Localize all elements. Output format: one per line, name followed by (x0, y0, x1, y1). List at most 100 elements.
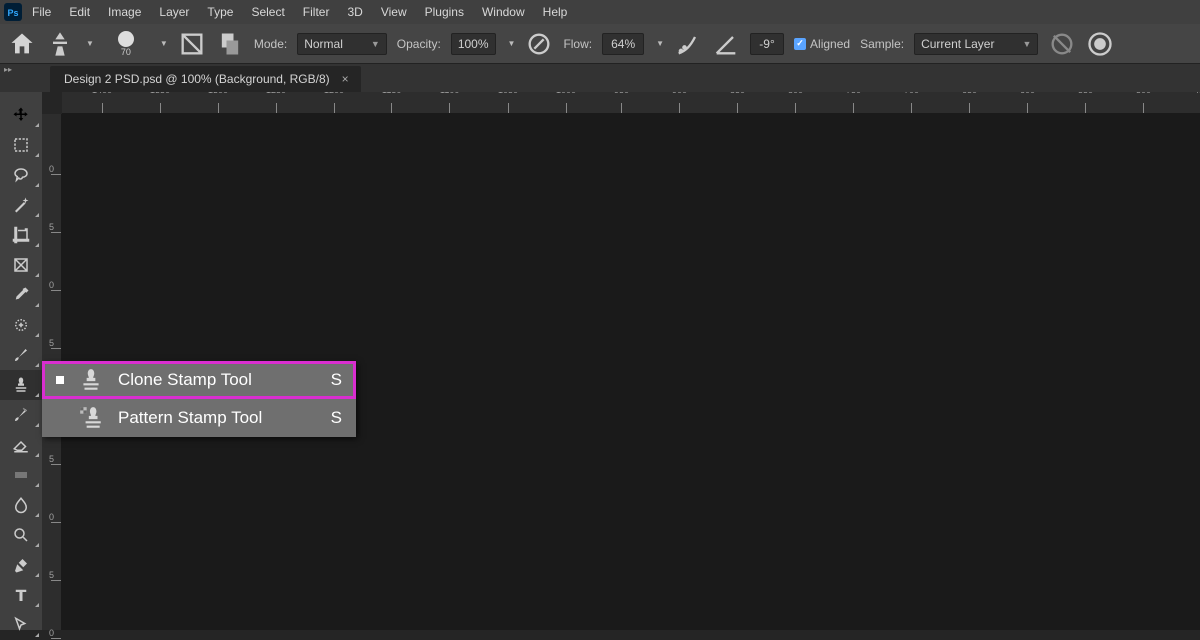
close-tab-button[interactable]: × (342, 72, 349, 86)
tool-crop[interactable] (0, 220, 42, 250)
flow-label: Flow: (563, 37, 592, 51)
pressure-opacity-button[interactable] (525, 30, 553, 58)
ruler-tick: 1150 (382, 93, 401, 113)
document-tab[interactable]: Design 2 PSD.psd @ 100% (Background, RGB… (50, 66, 361, 92)
brush-circle-icon (118, 31, 134, 47)
document-tab-title: Design 2 PSD.psd @ 100% (Background, RGB… (64, 72, 330, 86)
menu-layer[interactable]: Layer (159, 5, 189, 19)
ruler-tick: 950 (614, 93, 629, 113)
ignore-adjustments-button[interactable] (1048, 30, 1076, 58)
flyout-corner-icon (35, 513, 39, 517)
ruler-tick: 750 (846, 93, 861, 113)
ruler-tick: 1400 (92, 93, 112, 113)
menu-3d[interactable]: 3D (347, 5, 362, 19)
flyout-item-label: Clone Stamp Tool (118, 370, 321, 390)
flyout-item-shortcut: S (331, 370, 342, 390)
pressure-size-button[interactable] (1086, 30, 1114, 58)
tool-eyedropper[interactable] (0, 280, 42, 310)
tool-frame[interactable] (0, 250, 42, 280)
flyout-pattern-stamp[interactable]: Pattern Stamp Tool S (42, 399, 356, 437)
airbrush-button[interactable] (674, 30, 702, 58)
menu-edit[interactable]: Edit (69, 5, 90, 19)
pattern-stamp-icon (78, 405, 104, 431)
flyout-corner-icon (35, 483, 39, 487)
flyout-clone-stamp[interactable]: Clone Stamp Tool S (42, 361, 356, 399)
menu-type[interactable]: Type (207, 5, 233, 19)
tool-move[interactable] (0, 100, 42, 130)
tool-dodge[interactable] (0, 520, 42, 550)
menu-select[interactable]: Select (251, 5, 284, 19)
chevron-down-icon: ▼ (1022, 39, 1031, 49)
tool-eraser[interactable] (0, 430, 42, 460)
brush-preview[interactable]: 70 (104, 30, 148, 58)
flyout-corner-icon (35, 183, 39, 187)
tool-magic-wand[interactable] (0, 190, 42, 220)
ruler-tick: 900 (672, 93, 687, 113)
menu-help[interactable]: Help (543, 5, 568, 19)
flyout-corner-icon (35, 273, 39, 277)
aligned-checkbox[interactable]: ✓ Aligned (794, 37, 850, 51)
brush-panel-button[interactable] (178, 30, 206, 58)
chevron-down-icon[interactable]: ▼ (508, 39, 516, 48)
tool-type[interactable] (0, 580, 42, 610)
flyout-corner-icon (35, 633, 39, 637)
menu-plugins[interactable]: Plugins (425, 5, 464, 19)
ruler-tick: 0 (42, 280, 61, 291)
clone-source-button[interactable] (216, 30, 244, 58)
chevron-down-icon[interactable]: ▼ (86, 39, 94, 48)
menu-view[interactable]: View (381, 5, 407, 19)
stamp-icon (78, 367, 104, 393)
flyout-corner-icon (35, 153, 39, 157)
ruler-tick: 800 (788, 93, 803, 113)
menu-image[interactable]: Image (108, 5, 141, 19)
tool-marquee[interactable] (0, 130, 42, 160)
tool-healing[interactable] (0, 310, 42, 340)
tool-stamp[interactable] (0, 370, 42, 400)
ruler-tick: 0 (42, 164, 61, 175)
ruler-tick: 5 (42, 222, 61, 233)
flyout-corner-icon (35, 213, 39, 217)
tool-pen[interactable] (0, 550, 42, 580)
opacity-value[interactable]: 100% (451, 33, 496, 55)
chevron-down-icon[interactable]: ▼ (160, 39, 168, 48)
flyout-item-label: Pattern Stamp Tool (118, 408, 321, 428)
ruler-tick: 850 (730, 93, 745, 113)
ruler-tick: 1250 (266, 93, 286, 113)
aligned-label: Aligned (810, 37, 850, 51)
menu-filter[interactable]: Filter (303, 5, 330, 19)
mode-select[interactable]: Normal ▼ (297, 33, 387, 55)
ruler-tick: 0 (42, 512, 61, 523)
ruler-tick: 550 (1078, 93, 1093, 113)
ruler-tick: 450 (1194, 93, 1200, 113)
checkmark-icon: ✓ (794, 38, 806, 50)
flyout-corner-icon (35, 573, 39, 577)
ruler-tick: 5 (42, 454, 61, 465)
ruler-tick: 1050 (498, 93, 518, 113)
tool-gradient[interactable] (0, 460, 42, 490)
ruler-tick: 500 (1136, 93, 1151, 113)
opacity-label: Opacity: (397, 37, 441, 51)
tool-history-brush[interactable] (0, 400, 42, 430)
angle-value[interactable]: -9° (750, 33, 784, 55)
tool-lasso[interactable] (0, 160, 42, 190)
tool-preset-picker[interactable] (46, 30, 74, 58)
tool-path-select[interactable] (0, 610, 42, 640)
home-button[interactable] (8, 30, 36, 58)
angle-icon (712, 30, 740, 58)
flyout-corner-icon (35, 453, 39, 457)
ruler-tick: 1350 (150, 93, 170, 113)
flow-value[interactable]: 64% (602, 33, 644, 55)
menu-window[interactable]: Window (482, 5, 525, 19)
chevron-down-icon: ▼ (371, 39, 380, 49)
doc-arrow-buttons[interactable]: ▸▸ (4, 66, 12, 74)
flyout-corner-icon (35, 123, 39, 127)
menu-file[interactable]: File (32, 5, 51, 19)
sample-select[interactable]: Current Layer ▼ (914, 33, 1038, 55)
chevron-down-icon[interactable]: ▼ (656, 39, 664, 48)
ruler-tick: 600 (1020, 93, 1035, 113)
ruler-tick: 1300 (208, 93, 228, 113)
tool-blur[interactable] (0, 490, 42, 520)
tool-brush[interactable] (0, 340, 42, 370)
bullet-icon (56, 414, 64, 422)
ruler-tick: 1100 (440, 93, 459, 113)
